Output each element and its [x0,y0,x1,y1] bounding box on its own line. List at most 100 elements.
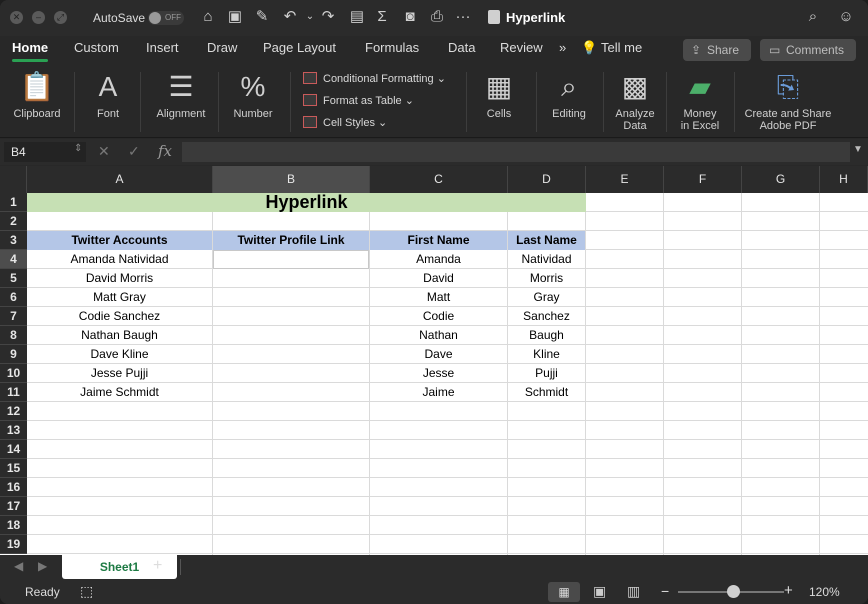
data-cell[interactable]: Nathan Baugh [27,326,212,345]
data-cell[interactable] [213,269,369,288]
data-cell[interactable]: Dave Kline [27,345,212,364]
row-header-8[interactable]: 8 [0,326,27,345]
autosum-icon[interactable]: Σ [372,7,392,27]
data-cell[interactable]: Natividad [508,250,585,269]
tab-custom[interactable]: Custom [74,40,119,55]
data-cell[interactable]: Jesse [370,364,507,383]
data-cell[interactable]: Morris [508,269,585,288]
data-cell[interactable] [213,326,369,345]
autosave-toggle[interactable]: OFF [148,11,184,25]
undo-icon[interactable]: ↶ [280,7,300,27]
tab-page-layout[interactable]: Page Layout [263,40,336,55]
accessibility-icon[interactable]: ⬚ [80,583,93,600]
cells-group[interactable]: ▦ Cells [476,70,522,120]
row-header-11[interactable]: 11 [0,383,27,402]
header-cell[interactable]: First Name [370,231,507,250]
data-cell[interactable]: Matt [370,288,507,307]
normal-view-icon[interactable]: ▦ [548,582,580,602]
more-tabs-icon[interactable]: » [559,40,566,55]
row-header-9[interactable]: 9 [0,345,27,364]
column-header-e[interactable]: E [586,166,664,193]
adobe-pdf-button[interactable]: ⎘ Create and Share Adobe PDF [740,70,836,132]
header-cell[interactable]: Twitter Accounts [27,231,212,250]
data-cell[interactable]: Jaime Schmidt [27,383,212,402]
data-cell[interactable]: Baugh [508,326,585,345]
row-header-6[interactable]: 6 [0,288,27,307]
data-cell[interactable]: Jaime [370,383,507,402]
data-cell[interactable]: Jesse Pujji [27,364,212,383]
tab-data[interactable]: Data [448,40,475,55]
row-header-1[interactable]: 1 [0,193,27,212]
data-cell[interactable]: Dave [370,345,507,364]
number-group[interactable]: % Number [228,70,278,120]
search-icon[interactable]: ⌕ [803,7,823,27]
tab-formulas[interactable]: Formulas [365,40,419,55]
row-header-3[interactable]: 3 [0,231,27,250]
minimize-window-button[interactable]: – [32,11,45,24]
row-header-14[interactable]: 14 [0,440,27,459]
name-box-stepper-icon[interactable]: ⇕ [74,143,82,154]
data-cell[interactable]: David [370,269,507,288]
tab-draw[interactable]: Draw [207,40,237,55]
spreadsheet-grid[interactable]: A B C D E F G H 1 2 3 4 5 6 7 8 9 10 11 12 13 14 15 16 17 18 19 Hyp… [0,166,868,555]
data-cell[interactable]: David Morris [27,269,212,288]
zoom-slider-thumb[interactable] [727,585,740,598]
page-break-view-icon[interactable]: ▥ [627,583,640,600]
font-group[interactable]: A Font [84,70,132,120]
save-icon[interactable]: ▣ [225,7,245,27]
analyze-data-button[interactable]: ▩ Analyze Data [610,70,660,132]
lightbulb-icon[interactable]: 💡 [581,40,597,56]
add-sheet-button[interactable]: + [153,557,162,575]
data-cell[interactable] [213,307,369,326]
column-header-f[interactable]: F [664,166,742,193]
share-button[interactable]: ⇪ Share [683,39,751,61]
row-header-5[interactable]: 5 [0,269,27,288]
zoom-window-button[interactable]: ⤢ [54,11,67,24]
data-cell[interactable]: Schmidt [508,383,585,402]
fx-label[interactable]: fx [158,142,172,160]
data-cell[interactable]: Nathan [370,326,507,345]
format-as-table-button[interactable]: Format as Table ⌄ [303,94,414,112]
select-all-corner[interactable] [0,166,27,193]
row-header-4[interactable]: 4 [0,250,27,269]
row-header-15[interactable]: 15 [0,459,27,478]
camera-icon[interactable]: ◙ [400,7,420,27]
formula-input[interactable] [182,142,850,162]
cell-styles-button[interactable]: Cell Styles ⌄ [303,116,387,134]
column-header-a[interactable]: A [27,166,213,193]
row-header-17[interactable]: 17 [0,497,27,516]
zoom-in-button[interactable]: + [784,582,793,599]
data-cell[interactable] [213,383,369,402]
data-cell[interactable] [213,288,369,307]
money-in-excel-button[interactable]: ▰ Money in Excel [672,70,728,132]
data-cell[interactable]: Matt Gray [27,288,212,307]
data-cell[interactable] [213,345,369,364]
clipboard-group[interactable]: 📋 Clipboard [10,70,64,120]
row-header-13[interactable]: 13 [0,421,27,440]
zoom-level[interactable]: 120% [809,585,840,599]
row-header-10[interactable]: 10 [0,364,27,383]
data-cell[interactable]: Kline [508,345,585,364]
edit-document-icon[interactable]: ✎ [252,7,272,27]
home-icon[interactable]: ⌂ [198,7,218,27]
zoom-out-button[interactable]: − [661,583,669,599]
editing-group[interactable]: ⌕ Editing [546,70,592,120]
data-cell[interactable]: Gray [508,288,585,307]
prev-sheet-icon[interactable]: ◀ [14,559,23,573]
more-icon[interactable]: ··· [453,7,473,27]
conditional-formatting-button[interactable]: Conditional Formatting ⌄ [303,72,446,90]
data-cell[interactable]: Sanchez [508,307,585,326]
close-window-button[interactable]: ✕ [10,11,23,24]
cancel-icon[interactable]: ✕ [98,143,110,160]
comments-button[interactable]: ▭ Comments [760,39,856,61]
undo-dropdown-icon[interactable]: ⌄ [300,7,320,27]
data-cell[interactable]: Amanda [370,250,507,269]
tab-review[interactable]: Review [500,40,543,55]
row-header-18[interactable]: 18 [0,516,27,535]
column-header-d[interactable]: D [508,166,586,193]
alignment-group[interactable]: ☰ Alignment [152,70,210,120]
redo-icon[interactable]: ↷ [318,7,338,27]
data-cell[interactable]: Codie [370,307,507,326]
row-header-16[interactable]: 16 [0,478,27,497]
tab-tell-me[interactable]: Tell me [601,40,642,55]
